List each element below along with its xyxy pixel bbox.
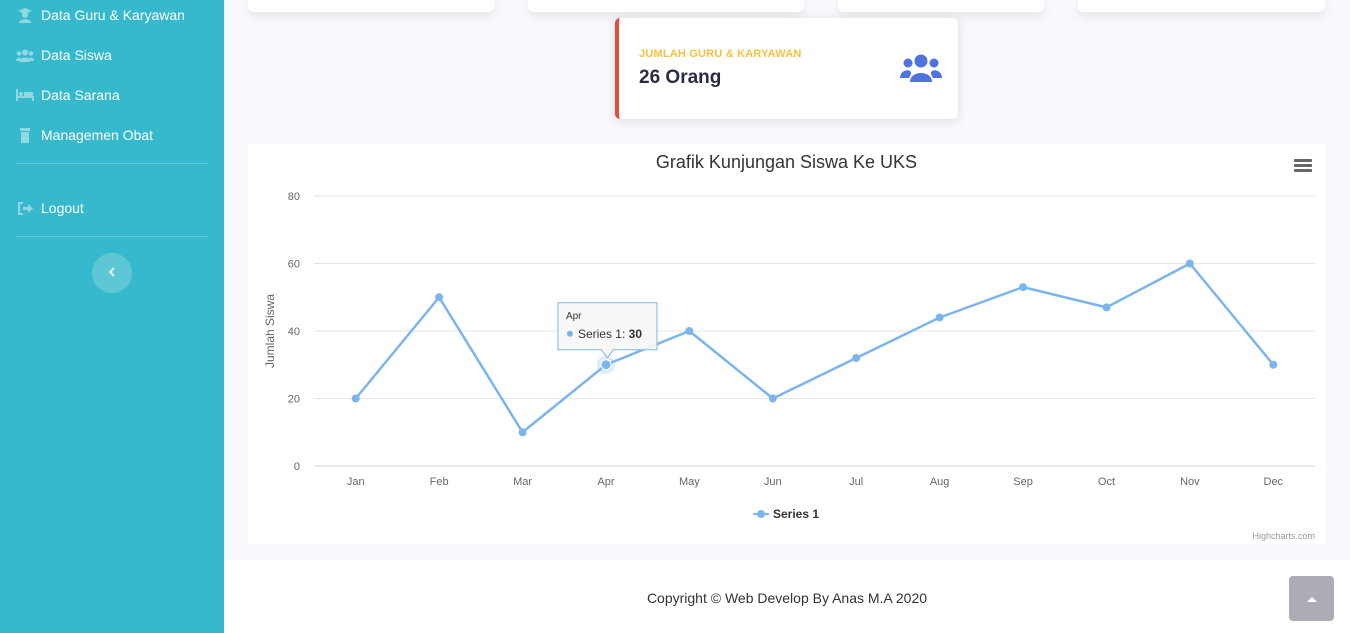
data-point xyxy=(852,354,861,362)
y-axis-title: Jumlah Siswa xyxy=(263,294,277,368)
x-tick-label: Jun xyxy=(764,476,782,488)
x-tick-label: Jul xyxy=(849,476,863,488)
user-graduate-icon xyxy=(16,7,34,23)
data-point xyxy=(518,428,527,437)
sidebar-divider xyxy=(16,163,208,164)
y-tick-label: 60 xyxy=(288,259,300,271)
x-tick-label: Sep xyxy=(1013,476,1033,488)
x-tick-label: Oct xyxy=(1098,476,1115,488)
stat-card-label: JUMLAH GURU & KARYAWAN xyxy=(639,48,802,60)
card-top-partial xyxy=(1078,0,1325,12)
footer: Copyright © Web Develop By Anas M.A 2020 xyxy=(224,560,1350,633)
sidebar-item-label: Data Guru & Karyawan xyxy=(41,7,185,23)
copyright-text: Copyright © Web Develop By Anas M.A 2020 xyxy=(646,590,928,606)
data-point xyxy=(600,359,612,371)
data-point xyxy=(685,327,694,335)
y-tick-label: 40 xyxy=(288,326,300,338)
sidebar-item-managemen-obat[interactable]: Managemen Obat xyxy=(16,123,153,147)
sidebar-item-logout[interactable]: Logout xyxy=(16,196,84,220)
x-tick-label: Apr xyxy=(597,476,614,488)
x-tick-label: Jan xyxy=(347,476,365,488)
x-tick-label: Aug xyxy=(930,476,950,488)
chevron-up-icon xyxy=(1306,590,1317,608)
medicine-bottle-icon xyxy=(16,127,34,143)
stat-card-guru-karyawan: JUMLAH GURU & KARYAWAN 26 Orang xyxy=(615,18,958,119)
legend-label: Series 1 xyxy=(773,507,819,521)
chevron-left-icon xyxy=(108,264,116,282)
data-point xyxy=(768,394,777,403)
sidebar-item-label: Managemen Obat xyxy=(41,127,154,143)
sidebar-item-data-siswa[interactable]: Data Siswa xyxy=(16,43,112,67)
legend-marker xyxy=(757,510,765,518)
series-line xyxy=(354,262,1275,434)
card-top-partial xyxy=(528,0,804,12)
bed-icon xyxy=(16,87,34,103)
chart-credits[interactable]: Highcharts.com xyxy=(1252,531,1315,541)
sidebar-item-label: Logout xyxy=(41,200,84,216)
card-top-partial xyxy=(248,0,494,12)
x-tick-label: Feb xyxy=(430,476,449,488)
data-point xyxy=(435,293,444,302)
x-tick-label: May xyxy=(679,476,700,488)
y-tick-label: 80 xyxy=(288,191,300,203)
y-tick-label: 0 xyxy=(294,461,300,473)
x-tick-label: Nov xyxy=(1180,476,1200,488)
data-point xyxy=(935,313,944,322)
data-point xyxy=(1102,303,1111,312)
tooltip-category: Apr xyxy=(566,311,582,322)
sidebar-item-label: Data Sarana xyxy=(41,87,120,103)
sidebar-divider xyxy=(16,236,208,237)
users-icon xyxy=(900,53,942,88)
x-tick-label: Dec xyxy=(1264,476,1284,488)
stat-card-value: 26 Orang xyxy=(639,67,722,88)
sidebar-toggle-button[interactable] xyxy=(92,253,132,293)
data-point xyxy=(1185,259,1194,268)
sign-out-icon xyxy=(16,200,34,216)
x-tick-label: Mar xyxy=(513,476,532,488)
data-point xyxy=(1019,283,1028,292)
line-chart: 0 20 40 60 80 Jan Feb Mar Apr May Jun Jul Aug Sep Oct N… xyxy=(263,191,1315,521)
data-point xyxy=(1269,360,1278,369)
sidebar-item-data-guru[interactable]: Data Guru & Karyawan xyxy=(16,3,185,27)
sidebar-item-label: Data Siswa xyxy=(41,47,112,63)
card-top-partial xyxy=(838,0,1044,12)
sidebar-item-data-sarana[interactable]: Data Sarana xyxy=(16,83,120,107)
scroll-to-top-button[interactable] xyxy=(1289,576,1334,621)
users-icon xyxy=(16,47,34,63)
tooltip-series-label: Series 1: 30 xyxy=(578,327,642,341)
data-point xyxy=(351,394,360,403)
tooltip-marker xyxy=(566,330,573,337)
y-tick-label: 20 xyxy=(288,394,300,406)
chart-panel: Grafik Kunjungan Siswa Ke UKS 0 20 40 60 80 J… xyxy=(248,144,1325,544)
sidebar: Data Guru & Karyawan Data Siswa Data Sar… xyxy=(0,0,224,633)
tooltip-value: 30 xyxy=(629,327,643,341)
